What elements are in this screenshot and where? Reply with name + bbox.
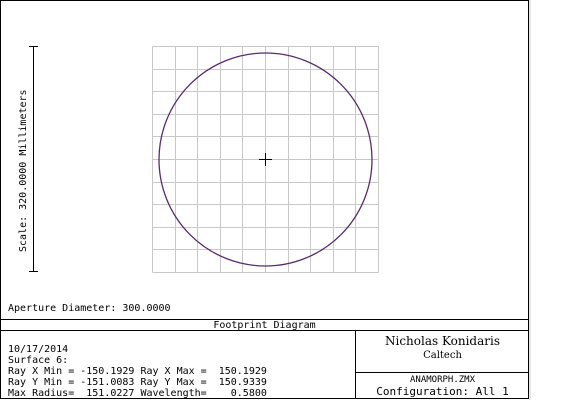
info-date: 10/17/2014 bbox=[8, 344, 69, 355]
configuration-label: Configuration: All 1 bbox=[376, 385, 509, 398]
info-lines: 10/17/2014 Surface 6: Ray X Min = -150.1… bbox=[8, 344, 267, 399]
info-ray-y: Ray Y Min = -151.0083 Ray Y Max = 150.93… bbox=[8, 377, 267, 388]
scale-label: Scale: 320.0000 Millimeters bbox=[18, 89, 29, 252]
info-surface: Surface 6: bbox=[8, 355, 69, 366]
author-name: Nicholas Konidaris bbox=[385, 334, 500, 348]
chief-ray-crosshair bbox=[259, 153, 272, 166]
institution-name: Caltech bbox=[423, 350, 462, 361]
aperture-diameter-label: Aperture Diameter: 300.0000 bbox=[8, 303, 171, 314]
scale-bar bbox=[29, 46, 38, 272]
info-max-radius: Max Radius= 151.0227 Wavelength= 0.5800 bbox=[8, 388, 267, 399]
diagram-title: Footprint Diagram bbox=[213, 320, 316, 331]
info-ray-x: Ray X Min = -150.1929 Ray X Max = 150.19… bbox=[8, 366, 267, 377]
